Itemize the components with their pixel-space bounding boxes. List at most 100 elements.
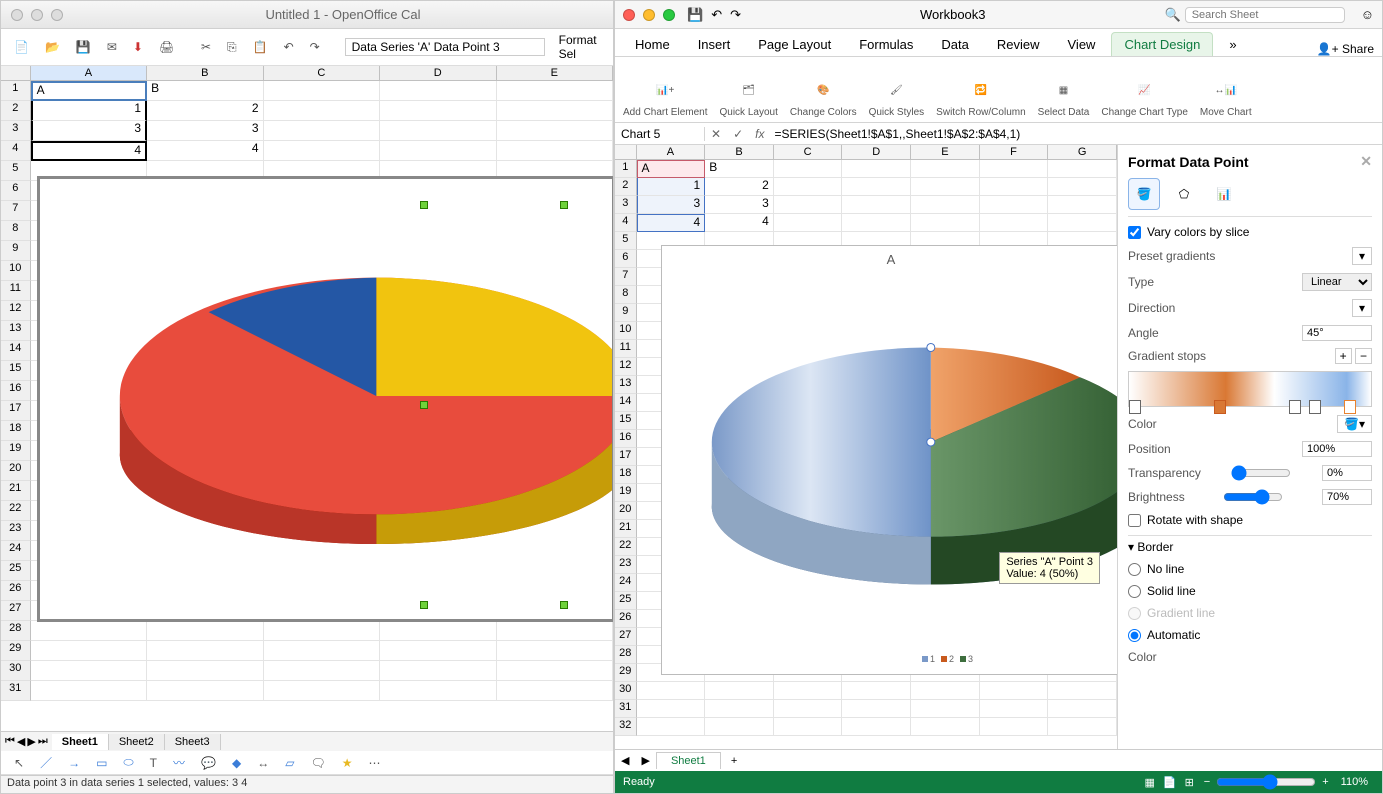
view-pagebreak-icon[interactable]: ⊞ xyxy=(1181,776,1198,789)
vary-colors-checkbox[interactable] xyxy=(1128,226,1141,239)
smiley-icon[interactable]: ☺ xyxy=(1353,7,1382,22)
print-icon[interactable]: 🖨 xyxy=(154,37,179,57)
zoom-in-button[interactable]: + xyxy=(1316,776,1334,788)
cell-B4[interactable]: 4 xyxy=(147,141,263,161)
gradient-slider[interactable] xyxy=(1128,371,1372,407)
transparency-input[interactable] xyxy=(1322,465,1372,481)
cell-A4[interactable]: 4 xyxy=(637,214,706,232)
save-icon[interactable]: 💾 xyxy=(71,37,96,57)
cell-A1[interactable]: A xyxy=(637,160,706,178)
position-input[interactable] xyxy=(1302,441,1372,457)
open-icon[interactable]: 📂 xyxy=(40,37,65,57)
effects-tab-icon[interactable]: ⬠ xyxy=(1168,178,1200,210)
callout2-icon[interactable]: 🗨 xyxy=(305,753,330,773)
cell-B4[interactable]: 4 xyxy=(705,214,774,232)
close-pane-icon[interactable]: ✕ xyxy=(1360,153,1372,170)
oo-namebox[interactable]: Data Series 'A' Data Point 3 xyxy=(345,38,545,56)
ellipse-icon[interactable]: ⬭ xyxy=(118,752,138,773)
border-solid-radio[interactable] xyxy=(1128,585,1141,598)
zoom-icon[interactable] xyxy=(663,9,675,21)
tab-formulas[interactable]: Formulas xyxy=(847,33,925,56)
format-selection-btn[interactable]: Format Sel xyxy=(559,33,605,61)
callout-icon[interactable]: 💬 xyxy=(196,753,221,773)
excel-sheet[interactable]: A B C D E F G 1AB 212 333 444 5678910111… xyxy=(615,145,1117,749)
pointer-icon[interactable]: ↖ xyxy=(9,753,29,773)
tab-more-icon[interactable]: » xyxy=(1217,33,1248,56)
add-sheet-button[interactable]: + xyxy=(721,755,747,767)
tab-view[interactable]: View xyxy=(1056,33,1108,56)
tab-insert[interactable]: Insert xyxy=(686,33,743,56)
sheet-tab-3[interactable]: Sheet3 xyxy=(165,734,221,750)
switch-rowcol-button[interactable]: 🔁Switch Row/Column xyxy=(936,61,1025,118)
sheet-tab-sheet1[interactable]: Sheet1 xyxy=(656,752,721,769)
quick-layout-button[interactable]: 🗂Quick Layout xyxy=(720,61,778,118)
col-E[interactable]: E xyxy=(497,66,613,80)
line-icon[interactable]: ／ xyxy=(35,751,57,774)
redo-icon[interactable]: ↷ xyxy=(305,37,325,57)
next-sheet-icon[interactable]: ▶ xyxy=(635,754,655,767)
quick-styles-button[interactable]: 🖌Quick Styles xyxy=(869,61,925,118)
select-data-button[interactable]: ▦Select Data xyxy=(1038,61,1090,118)
oo-grid[interactable]: A B C D E 1AB 212 333 444 56789101112131… xyxy=(1,66,613,731)
oo-chart[interactable] xyxy=(37,176,613,622)
cell-B2[interactable]: 2 xyxy=(147,101,263,121)
tab-home[interactable]: Home xyxy=(623,33,682,56)
tab-review[interactable]: Review xyxy=(985,33,1052,56)
arrow-icon[interactable]: → xyxy=(63,753,85,773)
gradient-type-select[interactable]: Linear xyxy=(1302,273,1372,291)
last-sheet-icon[interactable]: ⏭ xyxy=(38,735,48,748)
add-chart-element-button[interactable]: 📊+Add Chart Element xyxy=(623,61,708,118)
cancel-formula-icon[interactable]: ✕ xyxy=(705,127,727,141)
star-icon[interactable]: ★ xyxy=(337,753,358,773)
direction-dropdown[interactable]: ▾ xyxy=(1352,299,1372,317)
search-sheet-input[interactable] xyxy=(1185,7,1345,23)
next-sheet-icon[interactable]: ▶ xyxy=(27,735,35,748)
qat-save-icon[interactable]: 💾 xyxy=(683,7,707,23)
zoom-out-button[interactable]: − xyxy=(1198,776,1216,788)
prev-sheet-icon[interactable]: ◀ xyxy=(17,735,25,748)
paste-icon[interactable]: 📋 xyxy=(248,37,273,57)
brightness-input[interactable] xyxy=(1322,489,1372,505)
change-chart-type-button[interactable]: 📈Change Chart Type xyxy=(1101,61,1188,118)
close-icon[interactable] xyxy=(11,9,23,21)
series-tab-icon[interactable]: 📊 xyxy=(1208,178,1240,210)
zoom-level[interactable]: 110% xyxy=(1335,776,1374,788)
col-A[interactable]: A xyxy=(31,66,147,80)
undo-icon[interactable]: ↶ xyxy=(279,37,299,57)
fx-icon[interactable]: fx xyxy=(749,127,770,141)
add-stop-button[interactable]: + xyxy=(1335,348,1352,364)
first-sheet-icon[interactable]: ⏮ xyxy=(5,735,15,748)
col-B[interactable]: B xyxy=(147,66,263,80)
formula-text[interactable]: =SERIES(Sheet1!$A$1,,Sheet1!$A$2:$A$4,1) xyxy=(770,127,1382,141)
zoom-slider[interactable] xyxy=(1216,774,1316,790)
cell-A4[interactable]: 4 xyxy=(31,141,148,161)
pdf-icon[interactable]: ⬇ xyxy=(128,37,148,57)
more-icon[interactable]: ⋯ xyxy=(363,753,385,773)
minimize-icon[interactable] xyxy=(31,9,43,21)
col-C[interactable]: C xyxy=(264,66,380,80)
close-icon[interactable] xyxy=(623,9,635,21)
zoom-icon[interactable] xyxy=(51,9,63,21)
angle-input[interactable] xyxy=(1302,325,1372,341)
share-button[interactable]: 👤+ Share xyxy=(1317,42,1374,56)
preset-gradient-dropdown[interactable]: ▾ xyxy=(1352,247,1372,265)
remove-stop-button[interactable]: − xyxy=(1355,348,1372,364)
minimize-icon[interactable] xyxy=(643,9,655,21)
move-chart-button[interactable]: ↔📊Move Chart xyxy=(1200,61,1252,118)
change-colors-button[interactable]: 🎨Change Colors xyxy=(790,61,857,118)
flowchart-icon[interactable]: ▱ xyxy=(280,753,299,773)
rect-icon[interactable]: ▭ xyxy=(91,753,112,773)
cell-B1[interactable]: B xyxy=(147,81,263,101)
cell-A1[interactable]: A xyxy=(31,81,148,101)
cell-B3[interactable]: 3 xyxy=(147,121,263,141)
curve-icon[interactable]: 〰 xyxy=(168,751,190,774)
fill-tab-icon[interactable]: 🪣 xyxy=(1128,178,1160,210)
copy-icon[interactable]: ⎘ xyxy=(222,37,242,58)
cell-A3[interactable]: 3 xyxy=(31,121,148,141)
sheet-tab-1[interactable]: Sheet1 xyxy=(52,734,109,750)
tab-chartdesign[interactable]: Chart Design xyxy=(1111,32,1213,56)
cell-B1[interactable]: B xyxy=(705,160,774,178)
qat-undo-icon[interactable]: ↶ xyxy=(707,7,726,23)
brightness-slider[interactable] xyxy=(1223,489,1283,505)
view-normal-icon[interactable]: ▦ xyxy=(1140,776,1158,789)
